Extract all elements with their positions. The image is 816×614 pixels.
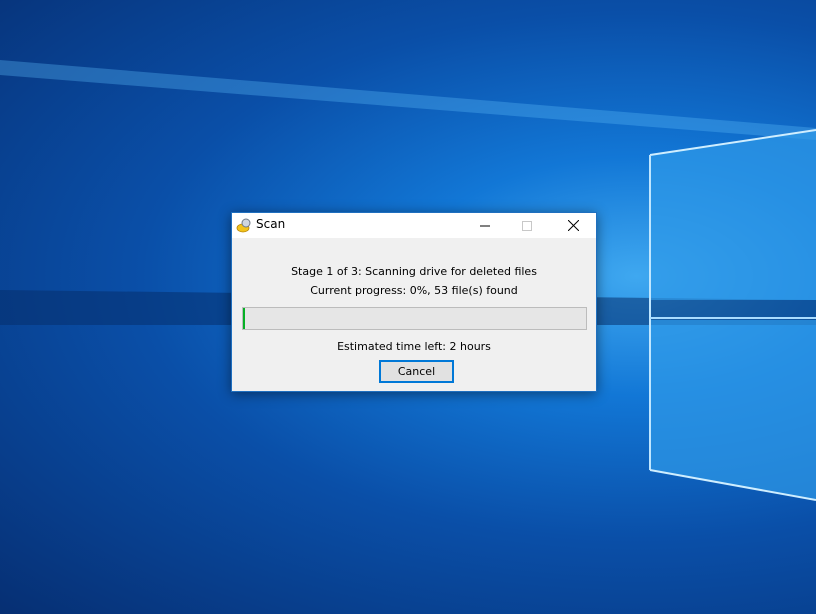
dialog-title: Scan [256, 217, 286, 231]
progress-bar [242, 307, 587, 330]
progress-text: Current progress: 0%, 53 file(s) found [310, 284, 518, 297]
maximize-button [504, 213, 550, 238]
maximize-icon [522, 220, 532, 231]
cancel-button[interactable]: Cancel [379, 360, 454, 383]
app-icon [236, 218, 251, 233]
time-left-text: Estimated time left: 2 hours [337, 340, 491, 353]
minimize-button[interactable] [462, 213, 508, 238]
scan-dialog: Scan Stage 1 of 3: Scanning drive for de… [231, 212, 597, 392]
title-bar[interactable]: Scan [232, 213, 596, 238]
minimize-icon [480, 225, 490, 226]
progress-fill [243, 308, 246, 329]
close-icon [567, 220, 579, 231]
stage-text: Stage 1 of 3: Scanning drive for deleted… [291, 265, 537, 278]
close-button[interactable] [550, 213, 596, 238]
